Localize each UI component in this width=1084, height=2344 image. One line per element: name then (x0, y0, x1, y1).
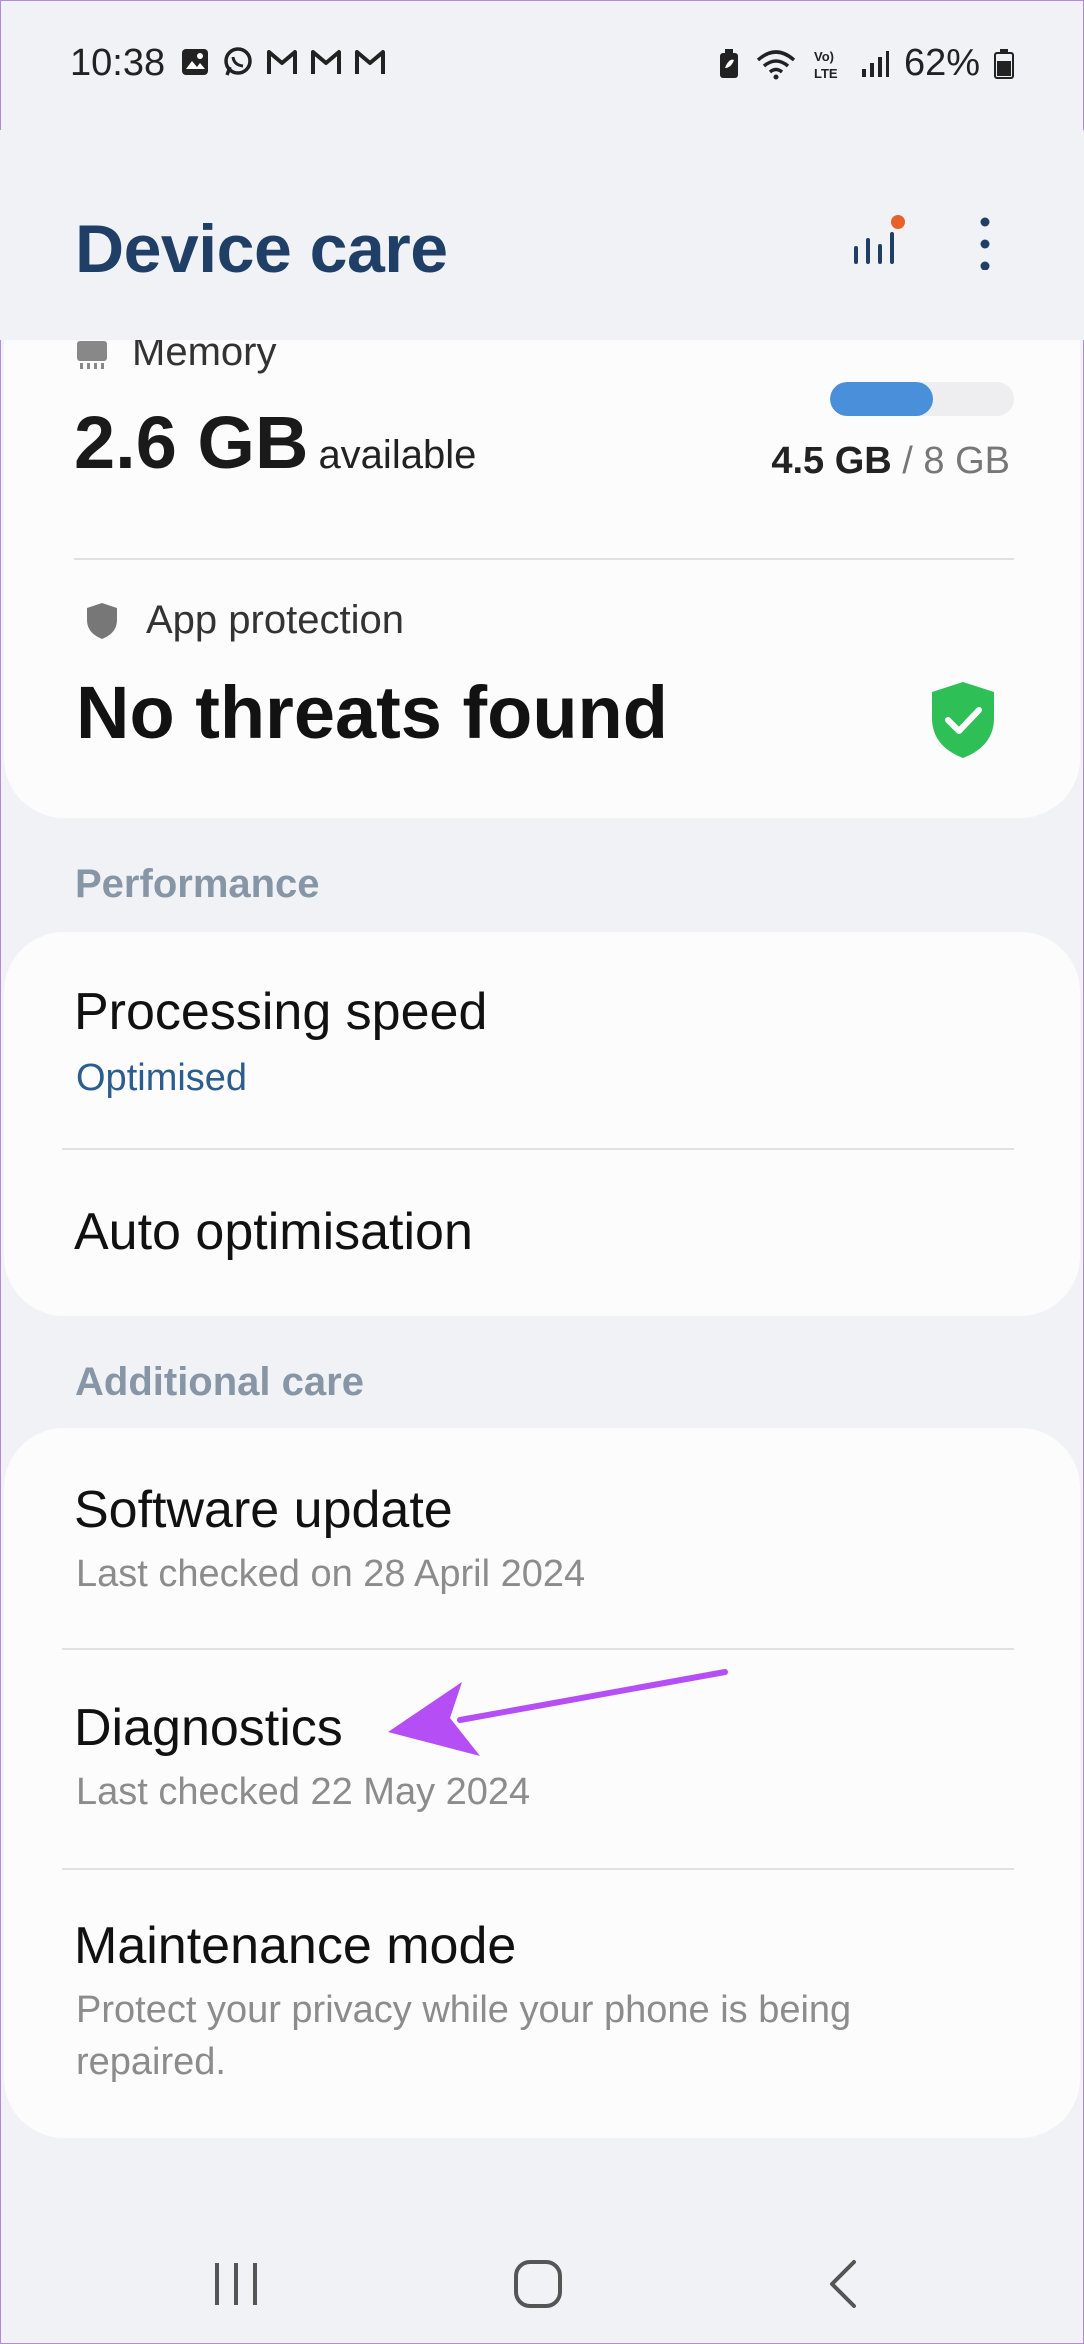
auto-optimisation-title: Auto optimisation (74, 1203, 473, 1261)
stats-icon (854, 215, 905, 264)
divider (74, 558, 1014, 560)
app-protection-label: App protection (146, 598, 404, 642)
wifi-icon (756, 49, 796, 79)
memory-total: 8 GB (923, 440, 1010, 482)
home-icon (514, 2260, 562, 2308)
software-update-item[interactable]: Software update Last checked on 28 April… (4, 1428, 1080, 1648)
back-button[interactable] (804, 2244, 884, 2324)
memory-usage-fill (830, 382, 934, 416)
signal-icon (861, 50, 889, 77)
more-options-icon (980, 217, 990, 271)
home-button[interactable] (498, 2244, 578, 2324)
battery-percentage: 62% (903, 42, 980, 84)
status-notification-icons (180, 46, 386, 78)
status-system-icons: Vo) LTE 62% (718, 42, 1014, 85)
gmail-icon (355, 50, 385, 74)
memory-separator: / (902, 440, 913, 482)
recents-button[interactable] (196, 2244, 276, 2324)
performance-card: Processing speed Optimised Auto optimisa… (4, 932, 1080, 1316)
annotation-arrow-icon (388, 1669, 728, 1756)
more-options-button[interactable] (960, 210, 1010, 271)
additional-care-card: Software update Last checked on 28 April… (4, 1428, 1080, 2138)
memory-available-unit: available (318, 433, 477, 477)
status-card: Memory 2.6 GB available 4.5 GB / 8 GB Ap… (4, 290, 1080, 818)
gmail-icon (311, 50, 341, 74)
software-update-title: Software update (74, 1481, 453, 1539)
whatsapp-icon (224, 47, 252, 76)
battery-icon (994, 48, 1014, 79)
navigation-bar (0, 2214, 1084, 2344)
page-title: Device care (75, 211, 448, 287)
status-time: 10:38 (70, 42, 166, 84)
memory-available-value: 2.6 GB (74, 401, 309, 484)
processing-speed-title: Processing speed (74, 983, 488, 1041)
gallery-icon (182, 49, 208, 75)
shield-check-icon (932, 682, 994, 758)
auto-optimisation-item[interactable]: Auto optimisation (4, 1150, 1080, 1316)
memory-available: 2.6 GB available (74, 400, 476, 485)
memory-usage-text: 4.5 GB / 8 GB (771, 440, 1010, 483)
svg-text:LTE: LTE (814, 66, 838, 81)
status-bar: 10:38 Vo) LTE 62% (0, 0, 1084, 130)
gmail-icon (267, 50, 297, 74)
diagnostics-title: Diagnostics (74, 1699, 343, 1757)
maintenance-mode-subtitle: Protect your privacy while your phone is… (76, 1989, 852, 2083)
svg-text:Vo): Vo) (814, 49, 834, 64)
memory-used: 4.5 GB (771, 440, 892, 482)
recents-icon (215, 2263, 257, 2305)
section-performance: Performance (75, 862, 320, 906)
maintenance-mode-title: Maintenance mode (74, 1917, 517, 1975)
back-icon (830, 2260, 856, 2308)
software-update-subtitle: Last checked on 28 April 2024 (76, 1553, 586, 1595)
processing-speed-status: Optimised (76, 1057, 248, 1099)
memory-usage-bar (830, 382, 1014, 416)
battery-saver-icon (719, 48, 738, 78)
app-header: Device care (0, 130, 1084, 340)
app-protection-status: No threats found (76, 671, 668, 754)
app-protection-label-row: App protection (84, 598, 404, 643)
diagnostics-subtitle: Last checked 22 May 2024 (76, 1771, 531, 1813)
processing-speed-item[interactable]: Processing speed Optimised (4, 932, 1080, 1148)
stats-button[interactable] (850, 210, 910, 270)
shield-icon (87, 602, 117, 639)
maintenance-mode-item[interactable]: Maintenance mode Protect your privacy wh… (4, 1870, 1080, 2138)
volte-icon: Vo) LTE (814, 49, 838, 81)
section-additional-care: Additional care (75, 1360, 364, 1404)
